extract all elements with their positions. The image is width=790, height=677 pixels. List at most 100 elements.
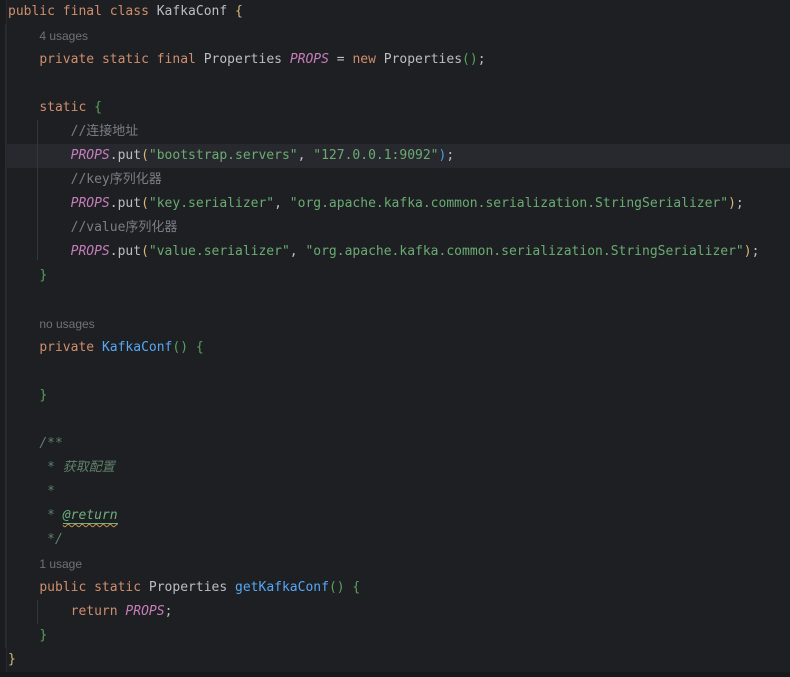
usage-inlay-hint: 4 usages (39, 29, 88, 43)
code-token (282, 52, 290, 67)
code-token: PROPS (71, 196, 110, 211)
code-token (376, 52, 384, 67)
code-line[interactable]: private static final Properties PROPS = … (0, 48, 790, 72)
code-token: .put (110, 196, 141, 211)
code-line[interactable]: return PROPS; (0, 600, 790, 624)
code-token: "key.serializer" (149, 196, 274, 211)
code-token: KafkaConf (157, 4, 227, 19)
code-line[interactable]: } (0, 624, 790, 648)
code-line[interactable]: PROPS.put("key.serializer", "org.apache.… (0, 192, 790, 216)
code-token: return (71, 604, 118, 619)
code-token: */ (39, 532, 62, 547)
code-token: PROPS (290, 52, 329, 67)
code-token (8, 124, 71, 139)
code-token: //连接地址 (71, 124, 139, 139)
inlay-hint-line[interactable]: 1 usage (0, 552, 790, 576)
code-line[interactable]: } (0, 648, 790, 672)
code-token: static (102, 52, 149, 67)
code-line[interactable] (0, 72, 790, 96)
code-token: PROPS (71, 244, 110, 259)
code-line[interactable]: } (0, 384, 790, 408)
code-token: @return (63, 508, 118, 524)
code-token (8, 532, 39, 547)
code-token: ( (141, 244, 149, 259)
code-token: Properties (384, 52, 462, 67)
code-token: static (94, 580, 141, 595)
code-line[interactable]: public final class KafkaConf { (0, 0, 790, 24)
code-token: static (39, 100, 86, 115)
code-token (8, 196, 71, 211)
code-line[interactable]: //连接地址 (0, 120, 790, 144)
code-token: private (39, 340, 94, 355)
code-token (8, 580, 39, 595)
code-token (86, 100, 94, 115)
code-token (8, 317, 39, 332)
code-token: * (39, 484, 55, 499)
code-lines: public final class KafkaConf { 4 usages … (0, 0, 790, 672)
code-token (8, 100, 39, 115)
code-token: } (39, 628, 47, 643)
code-token: } (39, 268, 47, 283)
code-token (8, 484, 39, 499)
code-token: final (157, 52, 196, 67)
code-editor[interactable]: public final class KafkaConf { 4 usages … (0, 0, 790, 672)
code-token: Properties (204, 52, 282, 67)
code-token (94, 52, 102, 67)
inlay-hint-line[interactable]: 4 usages (0, 24, 790, 48)
code-token: ( (141, 148, 149, 163)
code-token: ( (141, 196, 149, 211)
code-token: "org.apache.kafka.common.serialization.S… (305, 244, 743, 259)
code-line[interactable]: PROPS.put("value.serializer", "org.apach… (0, 240, 790, 264)
code-line[interactable]: //key序列化器 (0, 168, 790, 192)
code-token: , (298, 148, 314, 163)
code-line[interactable]: static { (0, 96, 790, 120)
code-token (8, 148, 71, 163)
code-token: , (274, 196, 290, 211)
code-line[interactable]: /** (0, 432, 790, 456)
code-token (102, 4, 110, 19)
code-token (188, 340, 196, 355)
code-token: //value序列化器 (71, 220, 178, 235)
code-line[interactable]: //value序列化器 (0, 216, 790, 240)
code-token: "org.apache.kafka.common.serialization.S… (290, 196, 728, 211)
code-token: "bootstrap.servers" (149, 148, 298, 163)
code-token: * (39, 508, 62, 523)
code-line[interactable]: */ (0, 528, 790, 552)
code-token (86, 580, 94, 595)
code-token: public (39, 580, 86, 595)
code-token (8, 508, 39, 523)
code-token: PROPS (125, 604, 164, 619)
code-line[interactable]: * 获取配置 (0, 456, 790, 480)
code-line[interactable]: public static Properties getKafkaConf() … (0, 576, 790, 600)
code-line[interactable]: * @return (0, 504, 790, 528)
code-token (8, 557, 39, 572)
code-line[interactable]: private KafkaConf() { (0, 336, 790, 360)
code-token (149, 4, 157, 19)
code-token (8, 340, 39, 355)
code-token (196, 52, 204, 67)
code-token (149, 52, 157, 67)
code-line[interactable] (0, 408, 790, 432)
code-token (8, 388, 39, 403)
code-token: "value.serializer" (149, 244, 290, 259)
code-token: = (329, 52, 352, 67)
code-line[interactable]: * (0, 480, 790, 504)
code-token (8, 436, 39, 451)
code-line[interactable]: PROPS.put("bootstrap.servers", "127.0.0.… (0, 144, 790, 168)
code-token: final (63, 4, 102, 19)
code-token (94, 340, 102, 355)
code-token: ; (446, 148, 454, 163)
code-token: , (290, 244, 306, 259)
code-token: //key序列化器 (71, 172, 162, 187)
code-line[interactable] (0, 288, 790, 312)
code-line[interactable] (0, 360, 790, 384)
code-line[interactable]: } (0, 264, 790, 288)
code-token: ) (728, 196, 736, 211)
code-token (8, 172, 71, 187)
gutter-edge (0, 0, 7, 672)
code-token (8, 460, 39, 475)
code-token (227, 580, 235, 595)
code-token (8, 52, 39, 67)
code-token: Properties (149, 580, 227, 595)
inlay-hint-line[interactable]: no usages (0, 312, 790, 336)
